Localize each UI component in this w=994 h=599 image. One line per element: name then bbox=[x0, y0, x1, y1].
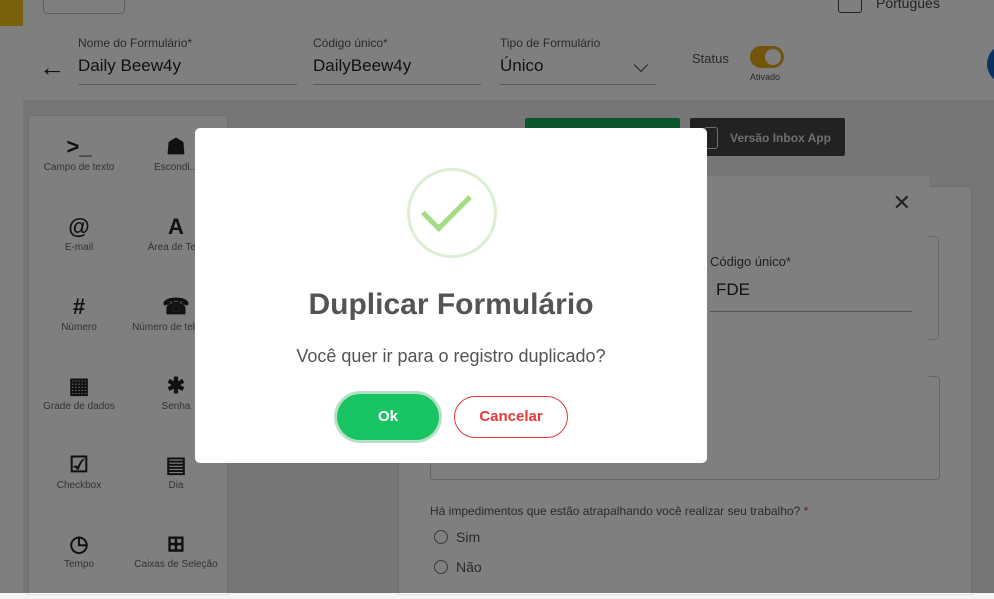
check-icon bbox=[421, 181, 472, 232]
cancel-button[interactable]: Cancelar bbox=[454, 396, 568, 438]
dialog-title: Duplicar Formulário bbox=[308, 288, 594, 321]
dialog-message: Você quer ir para o registro duplicado? bbox=[296, 346, 606, 366]
confirm-dialog: Duplicar Formulário Você quer ir para o … bbox=[195, 128, 707, 463]
ok-button[interactable]: Ok bbox=[337, 394, 439, 440]
page: Português ← Nome do Formulário* Daily Be… bbox=[0, 0, 994, 595]
success-icon bbox=[407, 168, 497, 258]
